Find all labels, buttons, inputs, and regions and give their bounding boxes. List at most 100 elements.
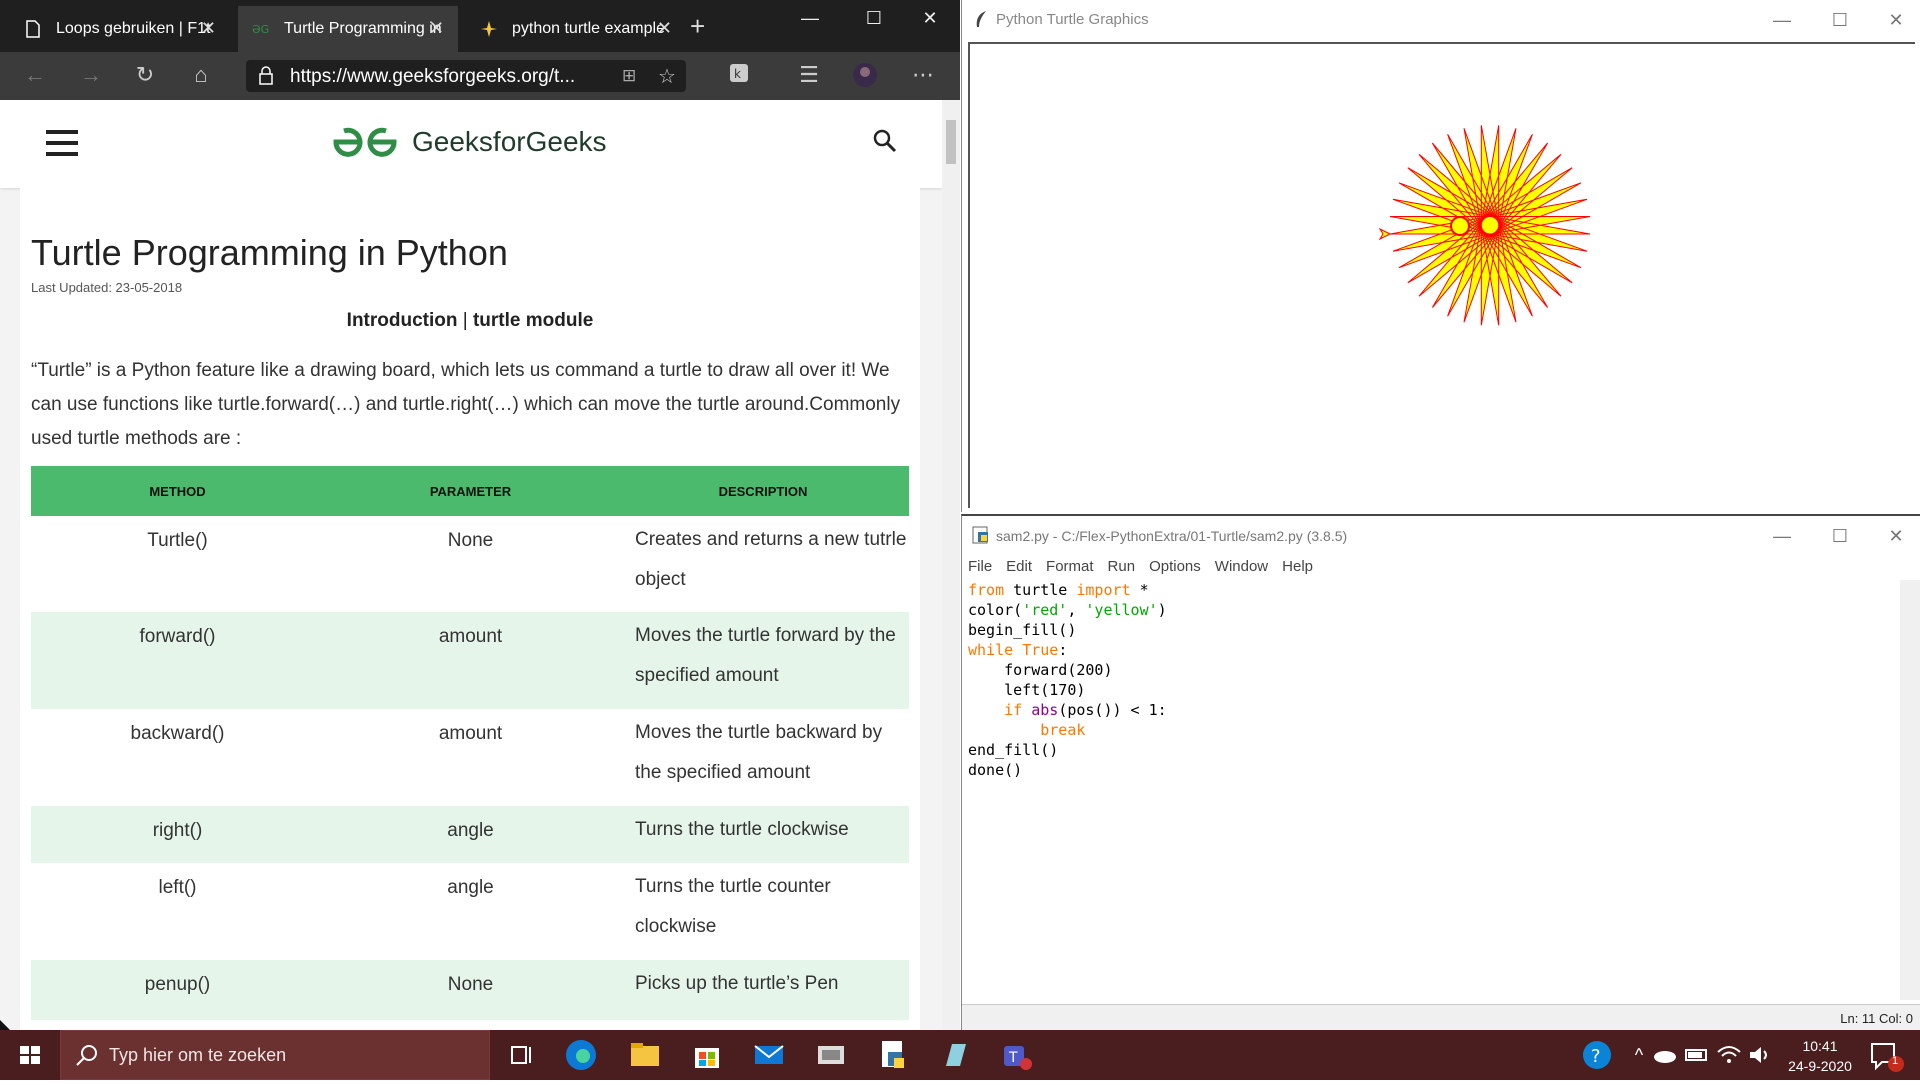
subhead-introduction: Introduction (346, 310, 458, 331)
methods-table: METHOD PARAMETER DESCRIPTION Turtle() No… (31, 466, 909, 1020)
home-button[interactable]: ⌂ (186, 62, 216, 90)
close-tab-icon[interactable]: ✕ (201, 18, 216, 39)
hamburger-menu-icon[interactable] (46, 130, 80, 156)
page-scrollbar[interactable] (942, 100, 960, 1030)
method-cell: backward() (130, 723, 225, 744)
menu-file[interactable]: File (968, 558, 992, 575)
close-tab-icon[interactable]: ✕ (429, 18, 444, 39)
parameter-cell: None (447, 530, 494, 551)
lock-icon (258, 66, 274, 91)
parameter-cell: amount (324, 612, 617, 709)
table-row: left() angle Turns the turtle counter cl… (31, 863, 909, 960)
taskbar-search[interactable]: Typ hier om te zoeken (60, 1030, 490, 1080)
tab-bar: Loops gebruiken | F1t ✕ ƏG Turtle Progra… (0, 0, 960, 52)
turtle-canvas (968, 42, 1915, 508)
maximize-button[interactable]: ☐ (1820, 526, 1860, 550)
description-cell: Picks up the turtle’s Pen (617, 960, 909, 1020)
favorite-star-icon[interactable]: ☆ (658, 64, 676, 89)
article-subheading: Introduction | turtle module (20, 310, 920, 332)
refresh-button[interactable]: ↻ (130, 62, 160, 90)
close-window-button[interactable]: ✕ (1876, 526, 1916, 550)
profile-avatar[interactable] (850, 62, 880, 90)
tab-label: Turtle Programming in (284, 20, 442, 37)
idle-titlebar: sam2.py - C:/Flex-PythonExtra/01-Turtle/… (962, 516, 1920, 554)
browser-window: Loops gebruiken | F1t ✕ ƏG Turtle Progra… (0, 0, 960, 1030)
table-row: backward() amount Moves the turtle backw… (31, 709, 909, 806)
description-cell: Moves the turtle forward by the specifie… (617, 612, 909, 709)
idle-menubar: File Edit Format Run Options Window Help (968, 558, 1313, 575)
forward-button[interactable]: → (76, 62, 106, 90)
back-button[interactable]: ← (20, 62, 50, 90)
address-bar[interactable]: https://www.geeksforgeeks.org/t... ⊞ ☆ (246, 60, 686, 92)
tab-label: python turtle example (512, 20, 665, 37)
search-icon[interactable] (872, 128, 898, 159)
more-menu-icon[interactable]: ⋯ (908, 62, 938, 90)
mail-icon[interactable] (752, 1038, 786, 1072)
method-cell: penup() (31, 960, 324, 1020)
python-turtle-icon[interactable] (938, 1038, 972, 1072)
site-name: GeeksforGeeks (412, 126, 607, 157)
volume-icon[interactable] (1744, 1038, 1778, 1072)
navigation-bar: ← → ↻ ⌂ https://www.geeksforgeeks.org/t.… (0, 52, 960, 100)
notification-center-icon[interactable]: 1 (1866, 1038, 1904, 1072)
favorites-icon[interactable]: ☰ (794, 62, 824, 90)
python-idle-icon[interactable] (876, 1038, 910, 1072)
menu-help[interactable]: Help (1282, 558, 1313, 575)
clock-date: 24-9-2020 (1788, 1058, 1852, 1074)
close-window-button[interactable]: ✕ (1876, 10, 1916, 34)
reader-view-icon[interactable]: ⊞ (622, 66, 636, 86)
minimize-button[interactable]: — (790, 8, 830, 32)
menu-options[interactable]: Options (1149, 558, 1201, 575)
search-placeholder: Typ hier om te zoeken (109, 1045, 287, 1065)
tab-label: Loops gebruiken | F1t (56, 20, 211, 37)
extension-icon[interactable]: k (724, 62, 754, 90)
onedrive-cloud-icon[interactable] (1650, 1038, 1684, 1072)
url-text: https://www.geeksforgeeks.org/t... (290, 66, 576, 87)
column-header: DESCRIPTION (617, 466, 909, 516)
site-logo[interactable]: GeeksforGeeks (330, 122, 607, 162)
help-icon[interactable]: ? (1580, 1038, 1614, 1072)
svg-text:T: T (1008, 1050, 1018, 1066)
battery-icon[interactable] (1682, 1038, 1716, 1072)
code-editor[interactable]: from turtle import * color('red', 'yello… (968, 580, 1898, 1000)
close-window-button[interactable]: ✕ (910, 8, 950, 32)
clock-time: 10:41 (1802, 1038, 1838, 1054)
app-icon[interactable] (814, 1038, 848, 1072)
editor-scrollbar[interactable] (1900, 580, 1920, 1000)
menu-run[interactable]: Run (1108, 558, 1136, 575)
notification-count: 1 (1892, 1055, 1899, 1067)
scrollbar-thumb[interactable] (946, 120, 956, 164)
wifi-icon[interactable] (1714, 1038, 1748, 1072)
tab-loops[interactable]: Loops gebruiken | F1t ✕ (10, 6, 230, 52)
turtle-cursor-icon (1378, 227, 1392, 241)
edge-browser-icon[interactable] (564, 1038, 598, 1072)
site-header: GeeksforGeeks (0, 100, 942, 188)
minimize-button[interactable]: — (1762, 526, 1802, 550)
description-cell: Creates and returns a new tutrle object (635, 529, 907, 590)
store-icon[interactable] (690, 1038, 724, 1072)
tab-python-turtle-example[interactable]: python turtle example ✕ (466, 6, 686, 52)
column-header: METHOD (31, 466, 324, 516)
idle-window-title: sam2.py - C:/Flex-PythonExtra/01-Turtle/… (996, 528, 1348, 544)
task-view-icon[interactable] (504, 1038, 538, 1072)
method-cell: Turtle() (147, 530, 208, 551)
system-clock[interactable]: 10:41 24-9-2020 (1780, 1036, 1860, 1076)
teams-icon[interactable]: T (1000, 1038, 1034, 1072)
menu-window[interactable]: Window (1215, 558, 1268, 575)
menu-edit[interactable]: Edit (1006, 558, 1032, 575)
parameter-cell: amount (438, 723, 503, 744)
maximize-button[interactable]: ☐ (1820, 10, 1860, 34)
new-tab-button[interactable]: + (690, 13, 705, 39)
star-drawing (1389, 125, 1591, 326)
tab-turtle-programming[interactable]: ƏG Turtle Programming in ✕ (238, 6, 458, 52)
settings-corner-button[interactable] (0, 1020, 100, 1030)
close-tab-icon[interactable]: ✕ (657, 18, 672, 39)
file-explorer-icon[interactable] (628, 1038, 662, 1072)
maximize-button[interactable]: ☐ (854, 8, 894, 32)
menu-format[interactable]: Format (1046, 558, 1094, 575)
svg-text:k: k (734, 67, 741, 81)
start-button[interactable] (0, 1030, 60, 1080)
minimize-button[interactable]: — (1762, 10, 1802, 34)
search-icon (75, 1043, 99, 1072)
python-file-icon (972, 526, 990, 549)
